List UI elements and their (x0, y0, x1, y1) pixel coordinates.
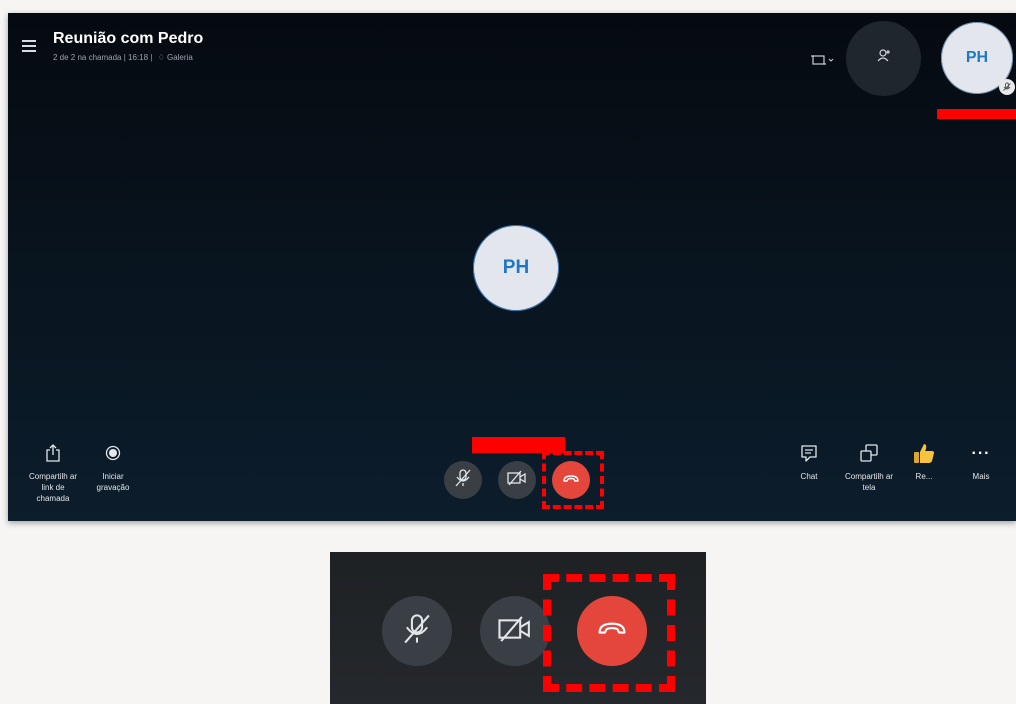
add-person-icon (876, 48, 892, 69)
call-window: Reunião com Pedro 2 de 2 na chamada | 16… (8, 13, 1016, 521)
camera-off-icon (496, 613, 534, 650)
chat-icon (790, 441, 828, 465)
participant-avatar-main: PH (473, 225, 559, 311)
video-toggle-button[interactable] (498, 461, 536, 499)
mute-button-zoomed[interactable] (382, 596, 452, 666)
start-recording-button[interactable]: Iniciar gravação (91, 441, 135, 493)
more-label: Mais (972, 472, 990, 481)
screen-resize-icon[interactable] (811, 53, 835, 71)
end-call-button-zoomed[interactable] (577, 596, 647, 666)
gallery-view-icon[interactable]: ♢ (158, 53, 165, 62)
gallery-view-label[interactable]: Galeria (167, 53, 193, 62)
more-button[interactable]: ··· Mais (963, 441, 999, 482)
mic-muted-badge-icon (999, 79, 1015, 95)
zoomed-controls-inset (330, 552, 706, 704)
hang-up-icon (596, 620, 628, 643)
share-screen-icon (844, 441, 894, 465)
share-call-link-label: Compartilh ar link de chamada (28, 472, 77, 503)
more-icon: ··· (971, 444, 991, 462)
share-icon (28, 441, 78, 465)
chat-label: Chat (800, 472, 818, 481)
mute-button[interactable] (444, 461, 482, 499)
chat-button[interactable]: Chat (790, 441, 828, 482)
record-icon (91, 441, 135, 465)
react-label: Re... (915, 472, 933, 481)
react-button[interactable]: Re... (906, 441, 942, 482)
share-screen-label: Compartilh ar tela (844, 472, 893, 492)
camera-off-icon (506, 469, 528, 492)
share-screen-button[interactable]: Compartilh ar tela (844, 441, 894, 493)
thumbs-up-icon (906, 441, 942, 465)
hang-up-icon (562, 471, 580, 489)
end-call-button[interactable] (552, 461, 590, 499)
call-subtitle: 2 de 2 na chamada | 16:18 | ♢ Galeria (53, 53, 193, 62)
hamburger-menu-icon[interactable] (22, 40, 36, 52)
share-call-link-button[interactable]: Compartilh ar link de chamada (28, 441, 78, 504)
video-toggle-button-zoomed[interactable] (480, 596, 550, 666)
start-recording-label: Iniciar gravação (96, 472, 130, 492)
meeting-title: Reunião com Pedro (53, 30, 204, 47)
microphone-muted-icon (453, 468, 473, 493)
call-status: 2 de 2 na chamada | 16:18 | (53, 53, 153, 62)
redaction-bar-top (937, 109, 1016, 119)
microphone-muted-icon (400, 612, 434, 651)
add-people-button[interactable] (846, 21, 921, 96)
